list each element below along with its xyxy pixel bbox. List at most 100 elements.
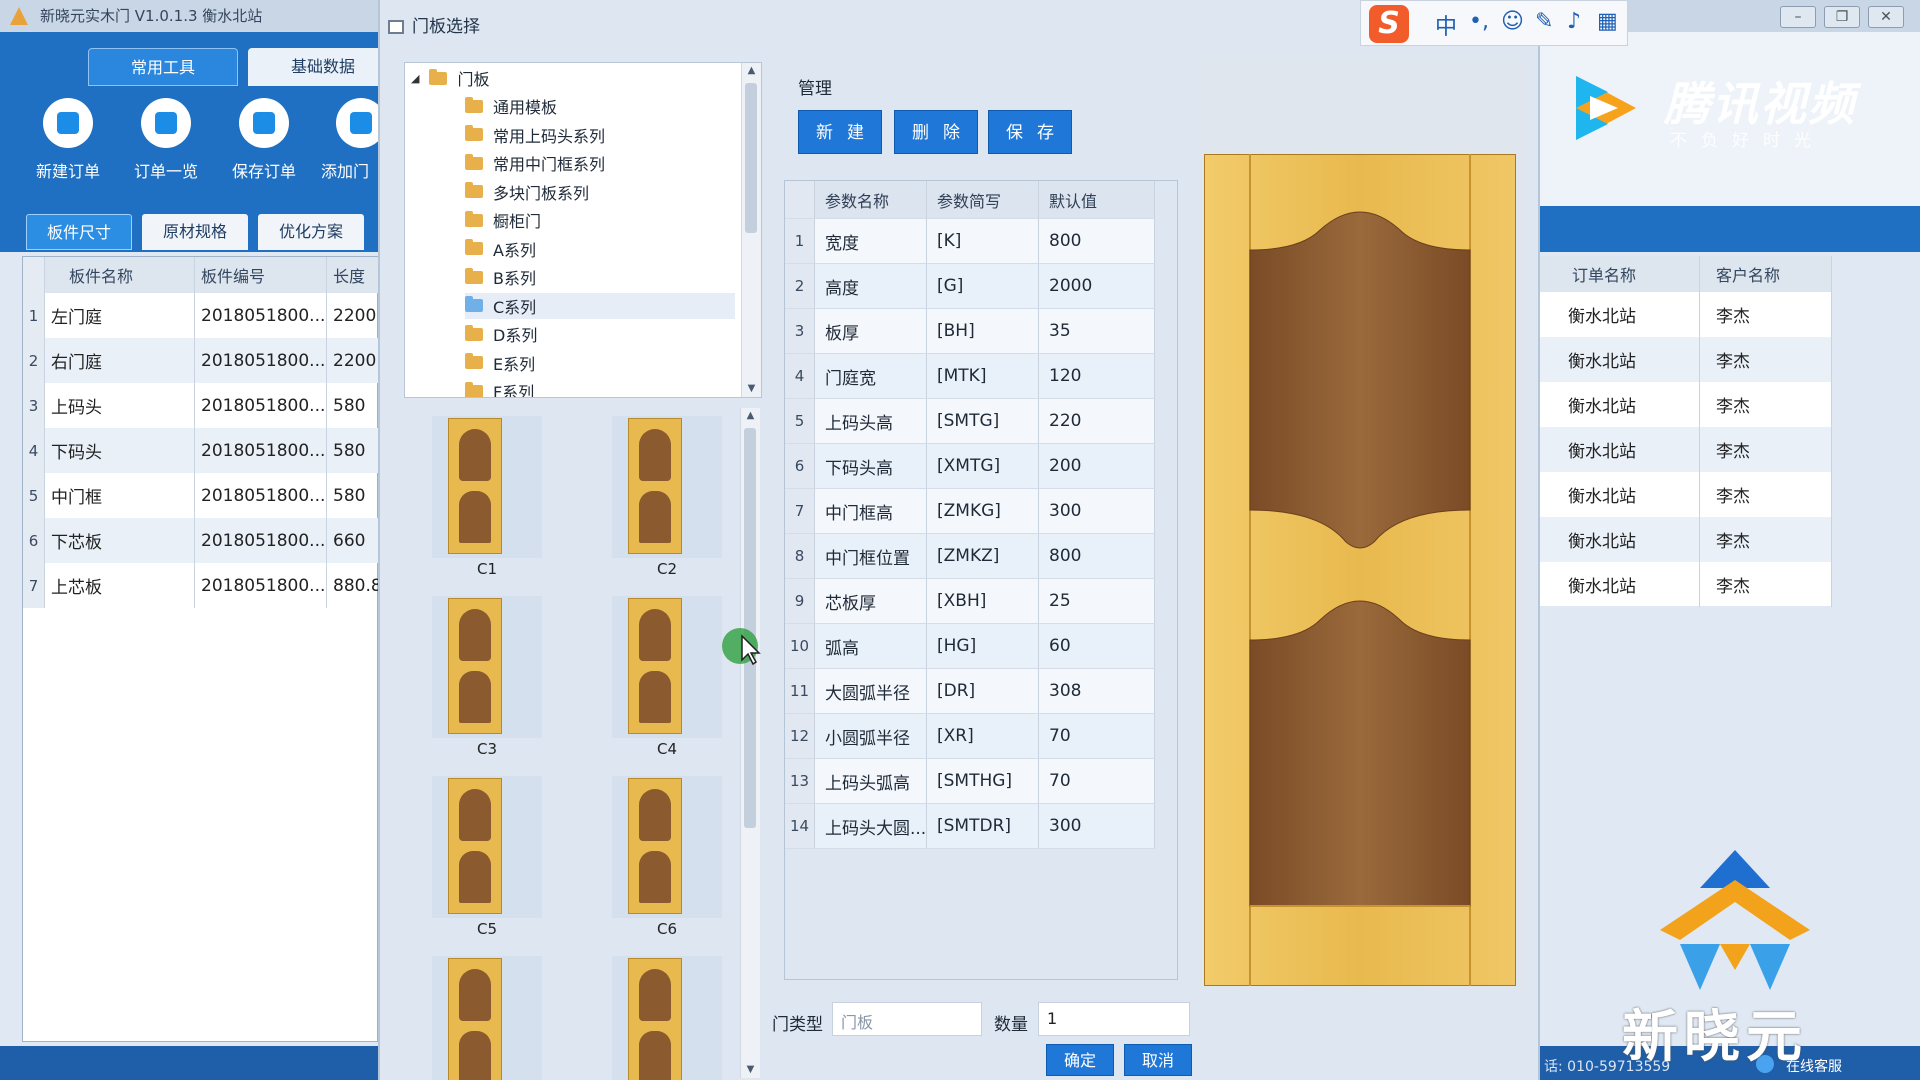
table-row[interactable]: 5 上码头高 [SMTG] 220	[785, 399, 1155, 444]
tree-item[interactable]: D系列	[465, 321, 735, 347]
param-abbr-cell[interactable]: [SMTG]	[927, 399, 1039, 444]
panel-code-cell[interactable]: 2018051800...	[195, 293, 327, 338]
panel-name-cell[interactable]: 左门庭	[45, 293, 195, 338]
param-abbr-cell[interactable]: [G]	[927, 264, 1039, 309]
param-abbr-cell[interactable]: [HG]	[927, 624, 1039, 669]
tab-basic-data[interactable]: 基础数据	[248, 48, 398, 86]
table-row[interactable]: 6 下码头高 [XMTG] 200	[785, 444, 1155, 489]
panel-length-cell[interactable]: 880.8	[327, 563, 379, 608]
customer-name-cell[interactable]: 李杰	[1700, 472, 1832, 517]
param-name-cell[interactable]: 板厚	[815, 309, 927, 354]
param-value-cell[interactable]: 300	[1039, 804, 1155, 849]
param-name-cell[interactable]: 芯板厚	[815, 579, 927, 624]
door-style-thumbnail[interactable]: C4	[592, 592, 742, 768]
table-row[interactable]: 衡水北站 李杰	[1540, 562, 1832, 607]
column-header-order-name[interactable]: 订单名称	[1540, 256, 1700, 292]
param-value-cell[interactable]: 220	[1039, 399, 1155, 444]
punctuation-icon[interactable]: •,	[1469, 9, 1489, 34]
param-abbr-cell[interactable]: [K]	[927, 219, 1039, 264]
tree-item[interactable]: C系列	[465, 292, 735, 319]
order-name-cell[interactable]: 衡水北站	[1540, 292, 1700, 337]
tree-scrollbar[interactable]: ▲ ▼	[741, 63, 761, 397]
column-header-default-value[interactable]: 默认值	[1039, 181, 1155, 219]
panel-name-cell[interactable]: 右门庭	[45, 338, 195, 383]
door-style-thumbnail[interactable]: C2	[592, 412, 742, 588]
order-list-button[interactable]: 订单一览	[120, 98, 212, 182]
table-row[interactable]: 1 左门庭 2018051800... 2200	[23, 293, 379, 338]
param-abbr-cell[interactable]: [XR]	[927, 714, 1039, 759]
table-row[interactable]: 1 宽度 [K] 800	[785, 219, 1155, 264]
tree-item[interactable]: 常用中门框系列	[465, 150, 735, 176]
door-style-thumbnail[interactable]: C3	[412, 592, 562, 768]
toolbox-icon[interactable]: ▦	[1597, 9, 1618, 34]
panel-length-cell[interactable]: 2200	[327, 338, 379, 383]
column-header-param-abbr[interactable]: 参数简写	[927, 181, 1039, 219]
panel-length-cell[interactable]: 660	[327, 518, 379, 563]
order-name-cell[interactable]: 衡水北站	[1540, 427, 1700, 472]
customer-name-cell[interactable]: 李杰	[1700, 292, 1832, 337]
gallery-scrollbar[interactable]: ▲ ▼	[740, 408, 760, 1078]
tree-item[interactable]: E系列	[465, 350, 735, 376]
order-name-cell[interactable]: 衡水北站	[1540, 337, 1700, 382]
tab-panel-size[interactable]: 板件尺寸	[26, 214, 132, 250]
table-row[interactable]: 衡水北站 李杰	[1540, 517, 1832, 562]
customer-name-cell[interactable]: 李杰	[1700, 427, 1832, 472]
table-row[interactable]: 6 下芯板 2018051800... 660	[23, 518, 379, 563]
tree-item[interactable]: 常用上码头系列	[465, 122, 735, 148]
table-row[interactable]: 衡水北站 李杰	[1540, 472, 1832, 517]
table-row[interactable]: 衡水北站 李杰	[1540, 427, 1832, 472]
order-name-cell[interactable]: 衡水北站	[1540, 562, 1700, 607]
door-style-thumbnail[interactable]: C6	[592, 772, 742, 948]
scroll-down-icon[interactable]: ▼	[741, 1062, 760, 1078]
panel-length-cell[interactable]: 580	[327, 383, 379, 428]
param-abbr-cell[interactable]: [BH]	[927, 309, 1039, 354]
add-door-button[interactable]: 添加门	[312, 98, 378, 182]
save-button[interactable]: 保存	[988, 110, 1072, 154]
order-name-cell[interactable]: 衡水北站	[1540, 472, 1700, 517]
customer-name-cell[interactable]: 李杰	[1700, 517, 1832, 562]
quantity-input[interactable]: 1	[1038, 1002, 1190, 1036]
tree-root[interactable]: ◢ 门板	[411, 65, 489, 91]
table-row[interactable]: 3 板厚 [BH] 35	[785, 309, 1155, 354]
panel-name-cell[interactable]: 上码头	[45, 383, 195, 428]
panel-name-cell[interactable]: 下芯板	[45, 518, 195, 563]
panel-code-cell[interactable]: 2018051800...	[195, 338, 327, 383]
table-row[interactable]: 衡水北站 李杰	[1540, 292, 1832, 337]
table-row[interactable]: 4 下码头 2018051800... 580	[23, 428, 379, 473]
tree-item[interactable]: 橱柜门	[465, 207, 735, 233]
delete-button[interactable]: 删除	[894, 110, 978, 154]
table-row[interactable]: 7 上芯板 2018051800... 880.8	[23, 563, 379, 608]
table-row[interactable]: 10 弧高 [HG] 60	[785, 624, 1155, 669]
table-row[interactable]: 13 上码头弧高 [SMTHG] 70	[785, 759, 1155, 804]
door-style-thumbnail[interactable]	[592, 952, 742, 1080]
customer-name-cell[interactable]: 李杰	[1700, 562, 1832, 607]
table-row[interactable]: 3 上码头 2018051800... 580	[23, 383, 379, 428]
collapse-arrow-icon[interactable]: ◢	[411, 72, 419, 85]
maximize-button[interactable]: ❐	[1824, 6, 1860, 28]
tree-item[interactable]: 多块门板系列	[465, 179, 735, 205]
param-name-cell[interactable]: 中门框高	[815, 489, 927, 534]
column-header-name[interactable]: 板件名称	[45, 257, 195, 293]
emoji-icon[interactable]: ☺	[1501, 9, 1524, 34]
param-abbr-cell[interactable]: [DR]	[927, 669, 1039, 714]
param-value-cell[interactable]: 60	[1039, 624, 1155, 669]
table-row[interactable]: 12 小圆弧半径 [XR] 70	[785, 714, 1155, 759]
panel-name-cell[interactable]: 中门框	[45, 473, 195, 518]
pen-icon[interactable]: ✎	[1535, 9, 1553, 34]
panel-code-cell[interactable]: 2018051800...	[195, 383, 327, 428]
table-row[interactable]: 7 中门框高 [ZMKG] 300	[785, 489, 1155, 534]
param-name-cell[interactable]: 中门框位置	[815, 534, 927, 579]
param-name-cell[interactable]: 大圆弧半径	[815, 669, 927, 714]
close-button[interactable]: ✕	[1868, 6, 1904, 28]
param-name-cell[interactable]: 上码头弧高	[815, 759, 927, 804]
panel-code-cell[interactable]: 2018051800...	[195, 428, 327, 473]
param-abbr-cell[interactable]: [SMTDR]	[927, 804, 1039, 849]
param-name-cell[interactable]: 上码头高	[815, 399, 927, 444]
panel-code-cell[interactable]: 2018051800...	[195, 473, 327, 518]
save-order-button[interactable]: 保存订单	[218, 98, 310, 182]
column-header-param-name[interactable]: 参数名称	[815, 181, 927, 219]
new-order-button[interactable]: 新建订单	[22, 98, 114, 182]
scroll-down-icon[interactable]: ▼	[742, 381, 761, 397]
tree-item[interactable]: 通用模板	[465, 93, 735, 119]
table-row[interactable]: 14 上码头大圆... [SMTDR] 300	[785, 804, 1155, 849]
